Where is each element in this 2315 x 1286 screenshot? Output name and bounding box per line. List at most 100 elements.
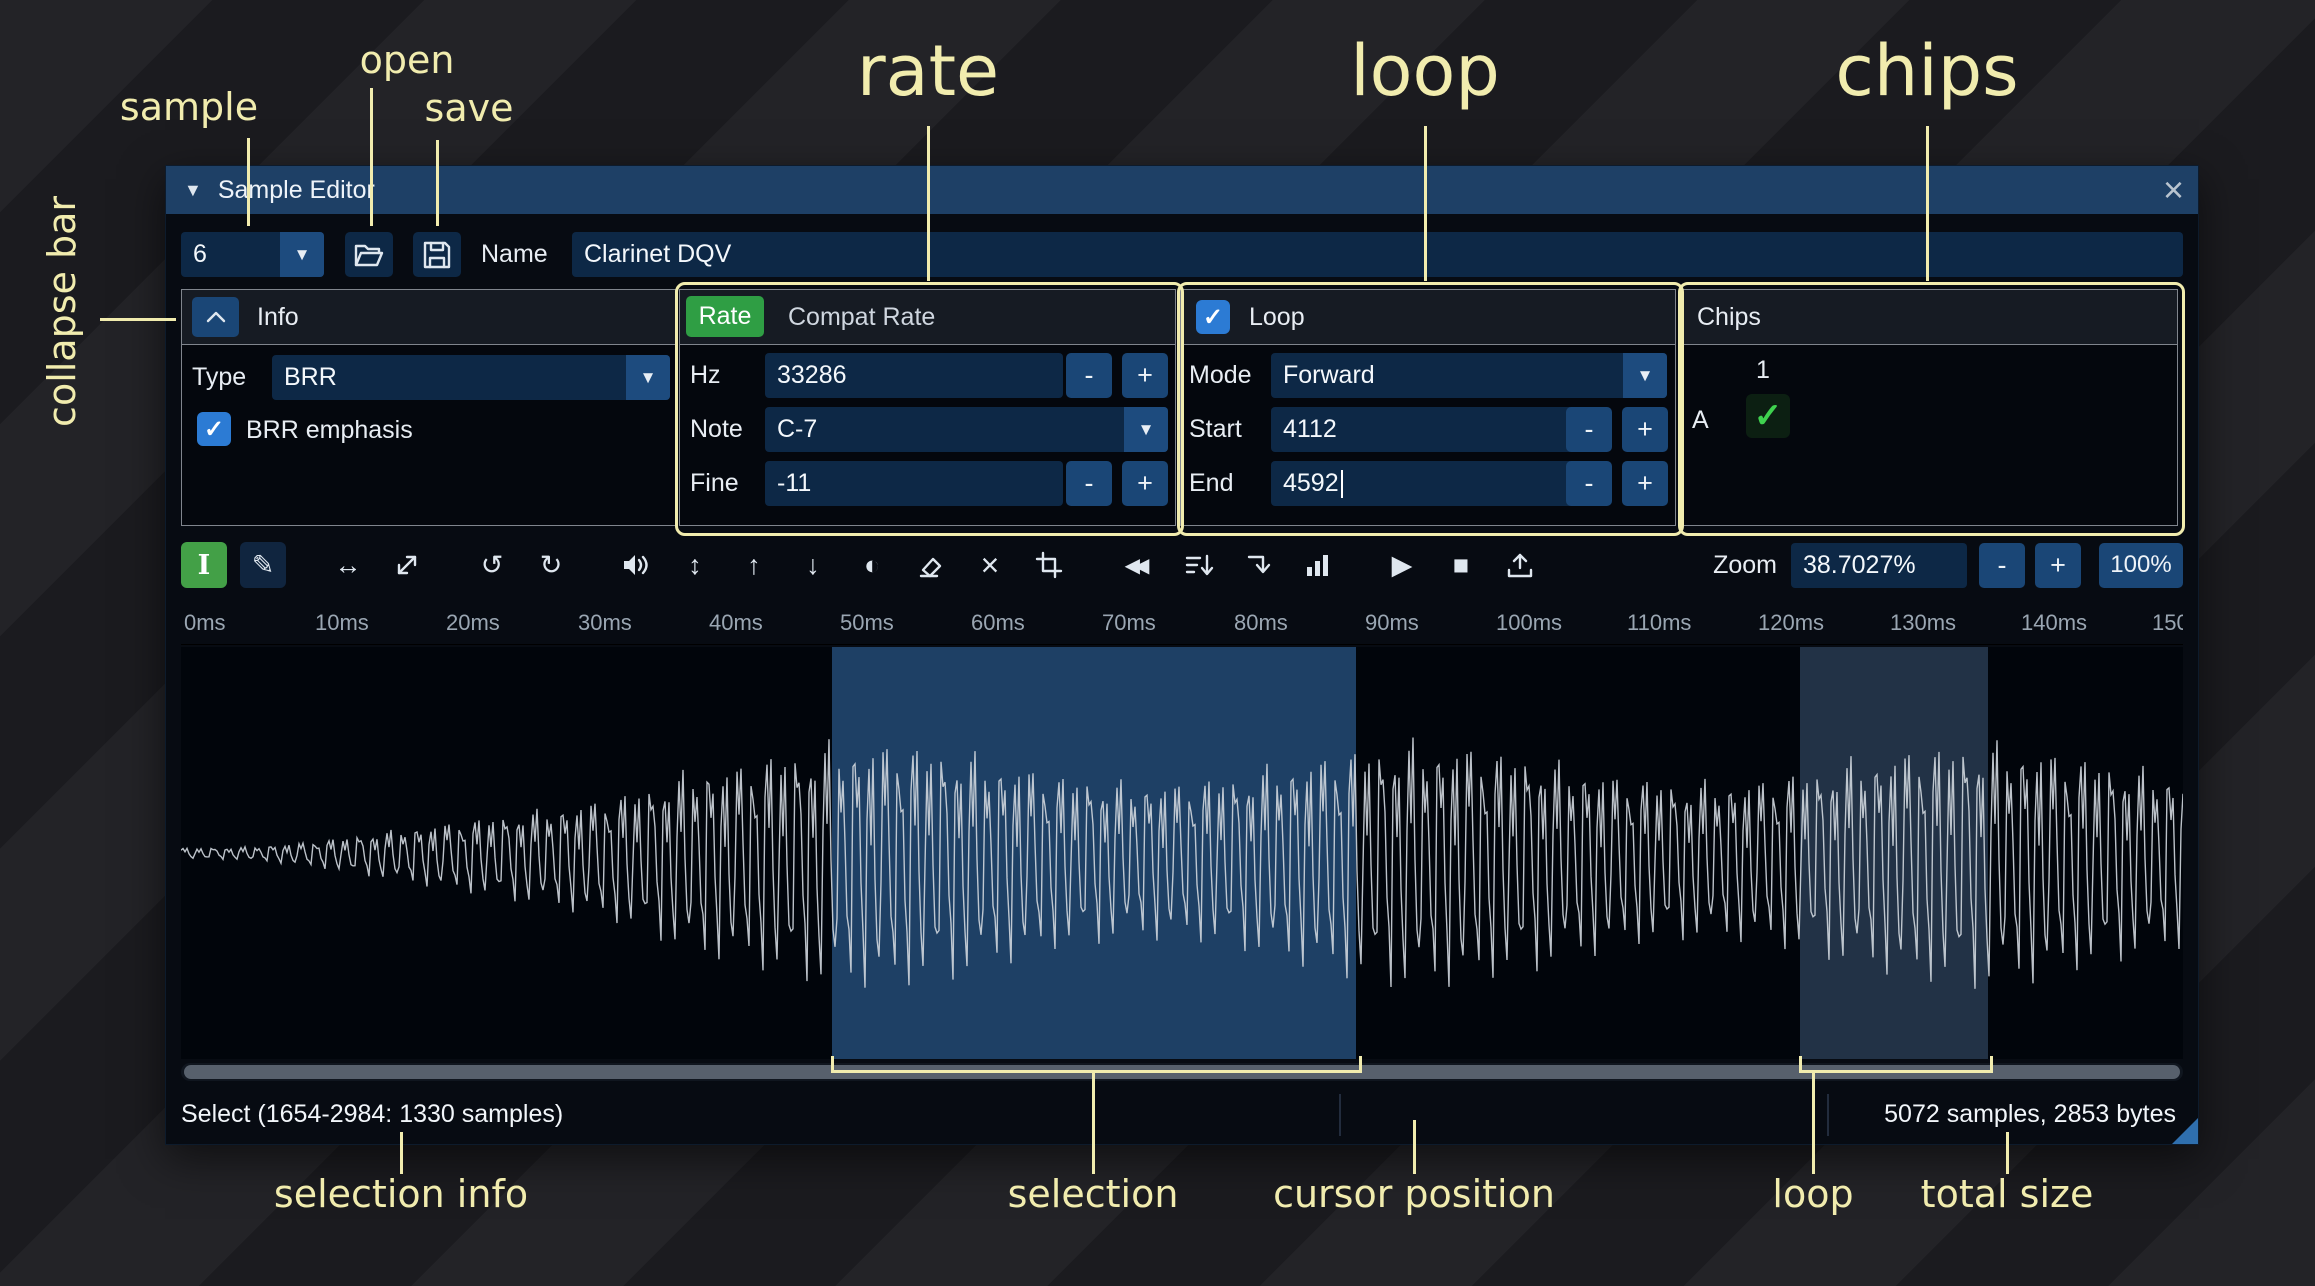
loop-panel: ✓ Loop Mode Forward ▼ Start 4112 - + End…	[1180, 289, 1676, 526]
hz-minus-button[interactable]: -	[1066, 353, 1112, 398]
fade-out-button[interactable]: ↓	[790, 542, 836, 588]
chevron-down-icon[interactable]: ▼	[626, 355, 670, 400]
undo-button[interactable]: ↺	[469, 542, 515, 588]
tab-compat-rate[interactable]: Compat Rate	[788, 303, 935, 332]
name-input[interactable]: Clarinet DQV	[572, 232, 2183, 277]
invert-button[interactable]: ◐	[849, 542, 895, 588]
waveform-view[interactable]	[181, 647, 2183, 1059]
resample-button[interactable]	[384, 542, 430, 588]
silence-button[interactable]	[908, 542, 954, 588]
speaker-icon	[624, 555, 648, 575]
chevron-down-icon[interactable]: ▼	[280, 232, 324, 277]
ruler-label: 70ms	[1102, 610, 1156, 635]
loop-start-value: 4112	[1283, 415, 1337, 443]
rate-panel: Rate Compat Rate Hz 33286 - + Note C-7 ▼…	[679, 289, 1176, 526]
play-button[interactable]: ▶	[1379, 542, 1425, 588]
stop-button[interactable]: ■	[1438, 542, 1484, 588]
type-select[interactable]: BRR ▼	[272, 355, 670, 400]
chevron-down-icon[interactable]: ▼	[1623, 353, 1667, 398]
save-button[interactable]	[413, 232, 461, 277]
annotation-bracket-loop	[1799, 1056, 1993, 1073]
time-ruler[interactable]: 0ms 10ms 20ms 30ms 40ms 50ms 60ms 70ms 8…	[181, 602, 2183, 645]
amplify-button[interactable]	[613, 542, 659, 588]
annotation-line	[100, 318, 176, 321]
sort-descending-button[interactable]	[1176, 542, 1222, 588]
loop-mode-value: Forward	[1283, 361, 1375, 389]
resize-button[interactable]: ↔	[325, 542, 371, 588]
seek-start-button[interactable]: ◀◀	[1111, 542, 1163, 588]
hz-label: Hz	[690, 361, 721, 389]
create-wavetable-button[interactable]	[1235, 542, 1281, 588]
spectrum-button[interactable]	[1294, 542, 1340, 588]
hz-input[interactable]: 33286	[765, 353, 1063, 398]
type-label: Type	[192, 363, 247, 391]
titlebar[interactable]: ▼ Sample Editor ×	[166, 166, 2198, 214]
zoom-reset-button[interactable]: 100%	[2099, 542, 2183, 588]
ruler-label: 0ms	[184, 610, 226, 635]
loop-end-plus-button[interactable]: +	[1622, 461, 1668, 506]
annotation-line	[2006, 1132, 2009, 1174]
zoom-label: Zoom	[1713, 550, 1777, 579]
annotation-selection: selection	[1007, 1172, 1179, 1216]
info-panel-title: Info	[257, 303, 299, 331]
brr-emphasis-label: BRR emphasis	[246, 416, 413, 444]
annotation-line	[247, 138, 250, 226]
collapse-bar-button[interactable]	[192, 297, 239, 337]
ruler-label: 120ms	[1758, 610, 1825, 635]
annotation-line	[927, 126, 930, 281]
loop-end-input[interactable]: 4592	[1271, 461, 1582, 506]
note-select-value: C-7	[777, 415, 818, 443]
chevron-down-icon[interactable]: ▼	[1124, 407, 1168, 452]
edit-mode-select-button[interactable]: I	[181, 542, 227, 588]
resize-grip[interactable]	[2172, 1118, 2198, 1144]
fade-in-button[interactable]: ↑	[731, 542, 777, 588]
import-button[interactable]	[1497, 542, 1543, 588]
ruler-label: 40ms	[709, 610, 763, 635]
delete-button[interactable]: ×	[967, 542, 1013, 588]
fine-minus-button[interactable]: -	[1066, 461, 1112, 506]
fine-plus-button[interactable]: +	[1122, 461, 1168, 506]
sample-select[interactable]: 6 ▼	[181, 232, 324, 277]
status-divider	[1827, 1094, 1829, 1136]
annotation-collapse-bar: collapse bar	[40, 196, 84, 427]
normalize-button[interactable]: ↕	[672, 542, 718, 588]
fine-input[interactable]: -11	[765, 461, 1063, 506]
annotation-bracket-selection	[831, 1056, 1362, 1073]
loop-end-value: 4592	[1283, 469, 1339, 497]
redo-button[interactable]: ↻	[528, 542, 574, 588]
annotation-line	[1926, 126, 1929, 281]
loop-checkbox[interactable]: ✓	[1196, 300, 1230, 334]
loop-start-input[interactable]: 4112	[1271, 407, 1582, 452]
open-button[interactable]	[345, 232, 393, 277]
mode-label: Mode	[1189, 361, 1252, 389]
loop-start-minus-button[interactable]: -	[1566, 407, 1612, 452]
close-icon[interactable]: ×	[2163, 172, 2184, 208]
chip-enable-checkbox[interactable]: ✓	[1746, 394, 1790, 438]
loop-mode-select[interactable]: Forward ▼	[1271, 353, 1667, 398]
window-collapse-icon[interactable]: ▼	[184, 180, 202, 201]
ruler-label: 90ms	[1365, 610, 1419, 635]
toolbar: I ✎ ↔ ↺ ↻ ↕ ↑ ↓ ◐ × ◀◀ ▶ ■ Zoom 38.7027%…	[181, 539, 2183, 591]
type-select-value: BRR	[284, 363, 337, 391]
brr-emphasis-checkbox[interactable]: ✓	[197, 412, 231, 446]
zoom-out-button[interactable]: -	[1979, 542, 2025, 588]
loop-end-minus-button[interactable]: -	[1566, 461, 1612, 506]
zoom-in-button[interactable]: +	[2035, 542, 2081, 588]
hz-plus-button[interactable]: +	[1122, 353, 1168, 398]
edit-mode-draw-button[interactable]: ✎	[240, 542, 286, 588]
zoom-input[interactable]: 38.7027%	[1791, 542, 1967, 588]
annotation-line	[1092, 1070, 1095, 1174]
tab-rate[interactable]: Rate	[686, 296, 764, 337]
annotation-total-size: total size	[1920, 1172, 2094, 1216]
ruler-label: 110ms	[1627, 610, 1692, 635]
annotation-line	[1413, 1120, 1416, 1174]
note-select[interactable]: C-7 ▼	[765, 407, 1168, 452]
annotation-open: open	[359, 38, 455, 82]
trim-button[interactable]	[1026, 542, 1072, 588]
ruler-label: 130ms	[1890, 610, 1957, 635]
loop-start-plus-button[interactable]: +	[1622, 407, 1668, 452]
loop-panel-title: Loop	[1249, 303, 1305, 331]
arrow-turn-down-icon	[1247, 555, 1271, 574]
chip-column-header: 1	[1756, 356, 1770, 384]
loop-start-label: Start	[1189, 415, 1242, 443]
